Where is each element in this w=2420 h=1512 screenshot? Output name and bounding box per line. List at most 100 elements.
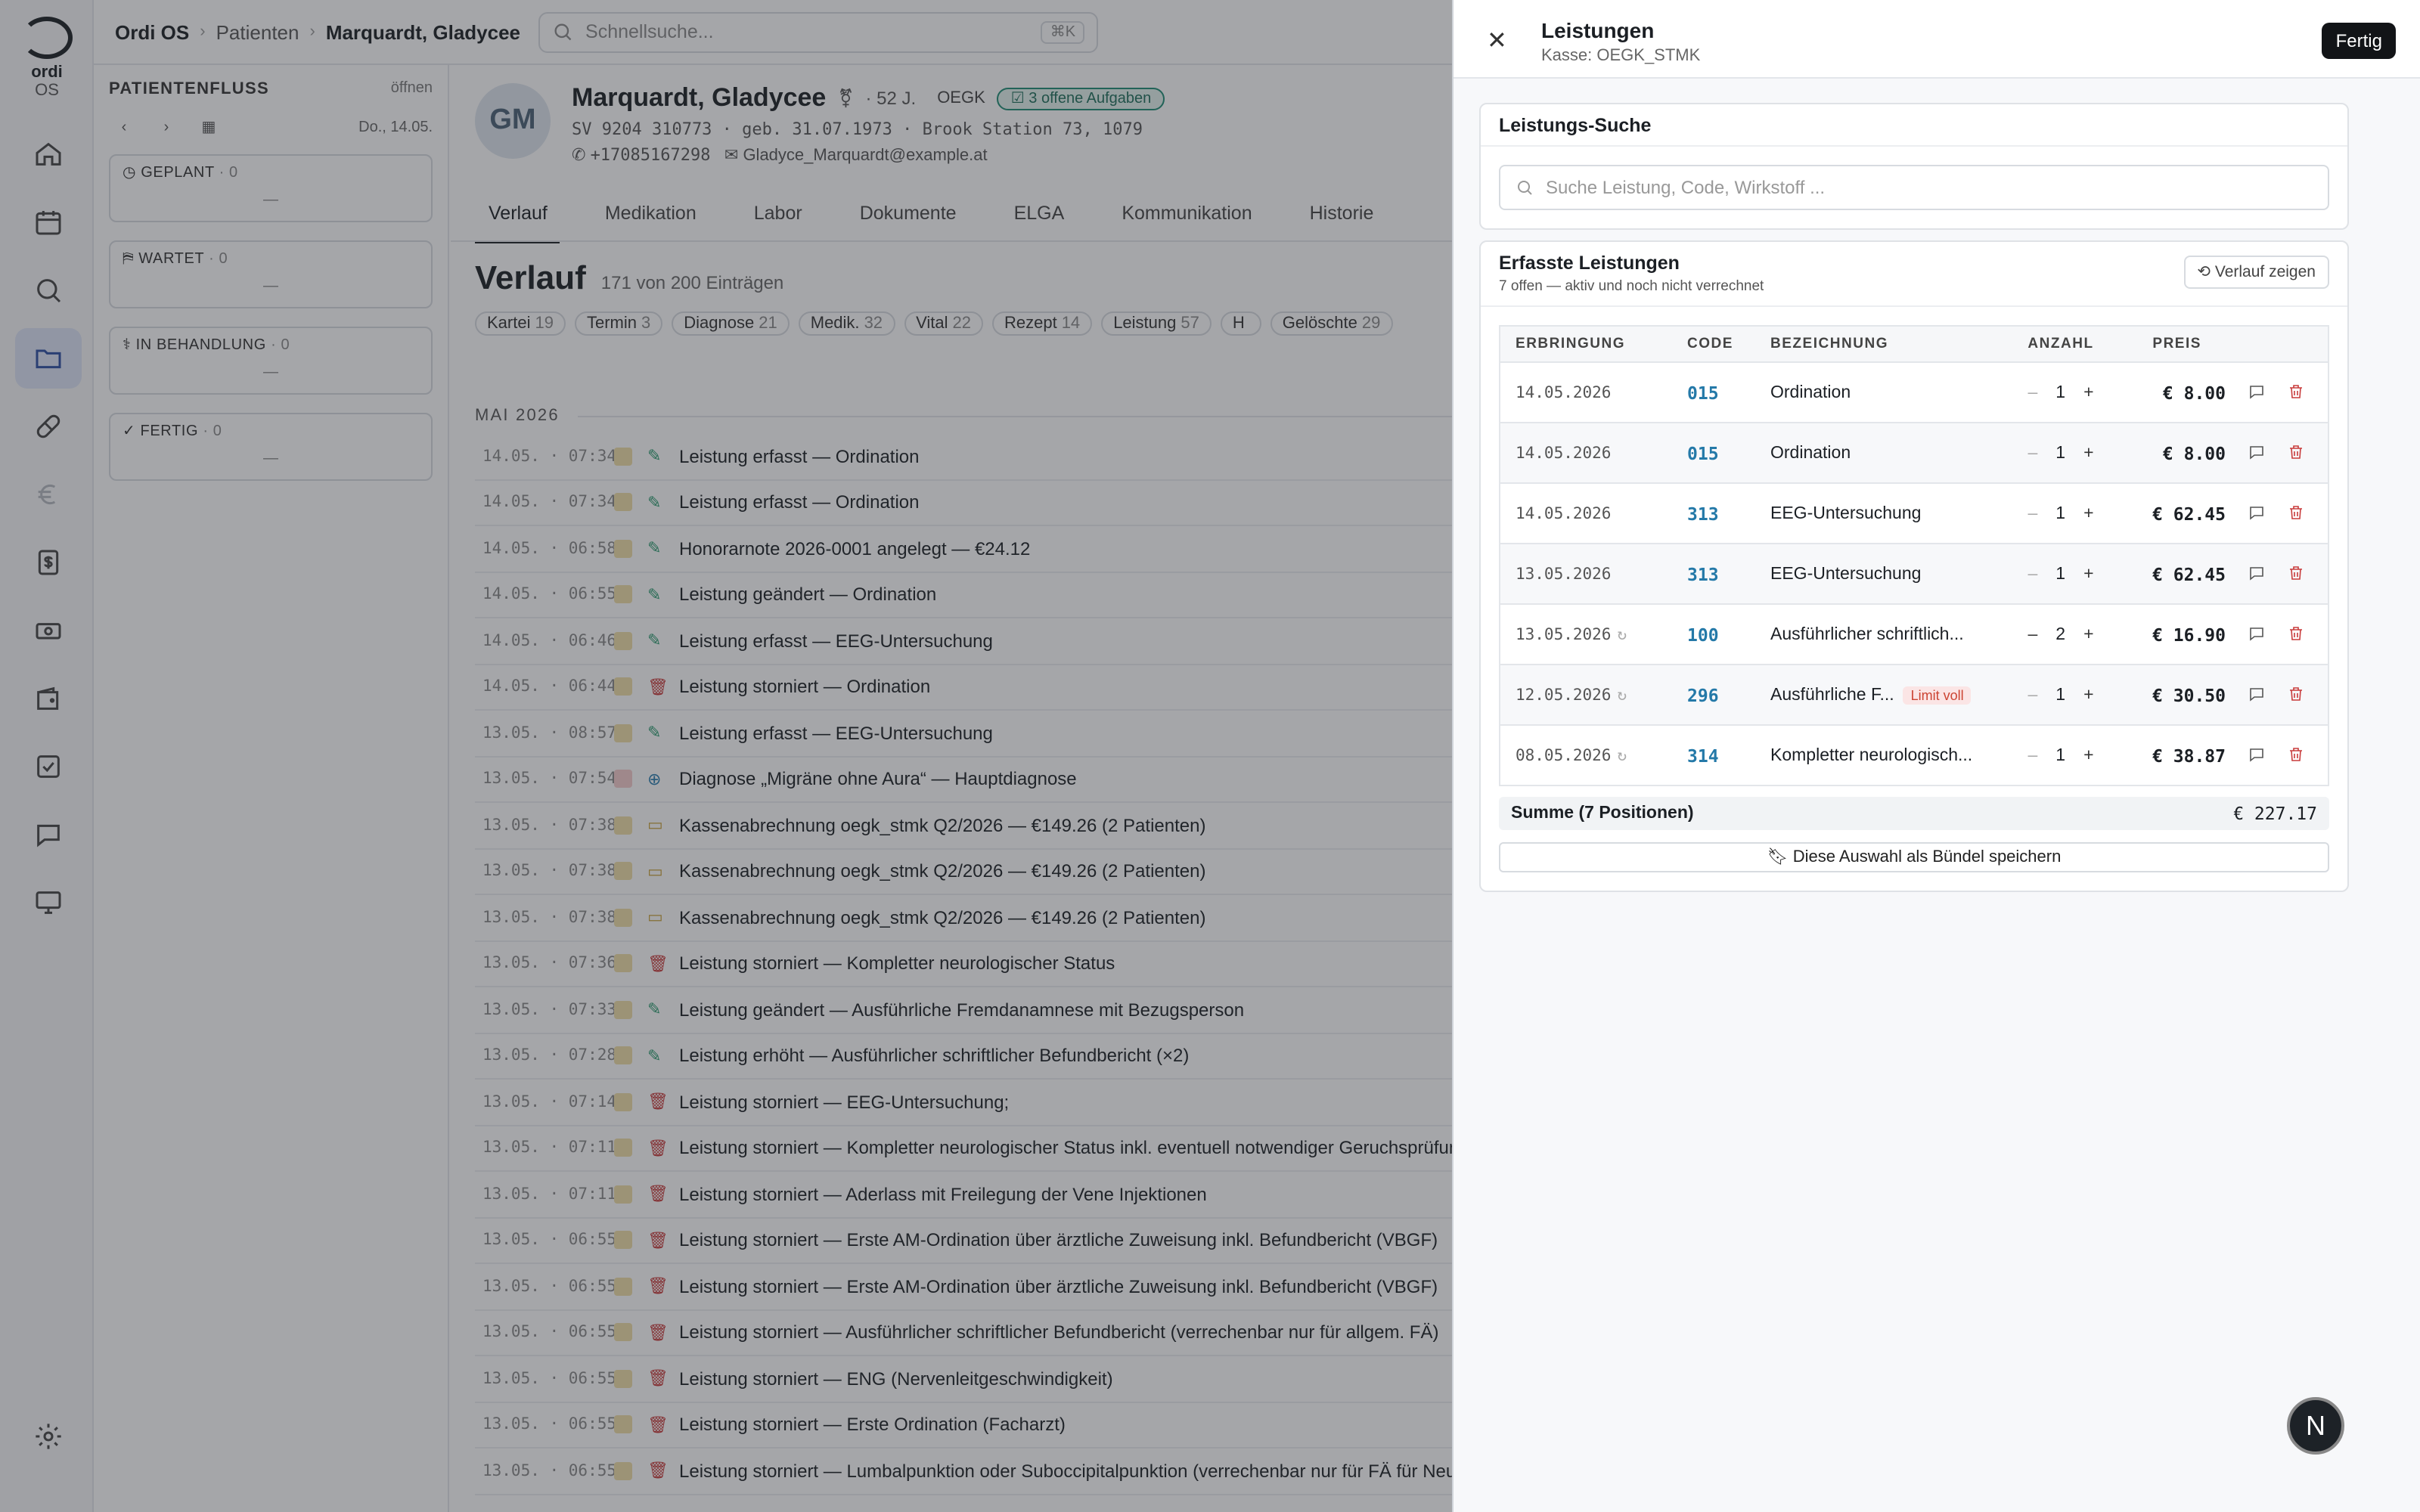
service-name: Ordination — [1770, 444, 1851, 462]
decrement-button[interactable]: – — [2028, 383, 2037, 401]
close-icon[interactable]: ✕ — [1487, 26, 1507, 56]
service-qty: 1 — [2055, 746, 2066, 764]
delete-icon[interactable] — [2286, 504, 2325, 522]
service-price: € 30.50 — [2111, 665, 2241, 726]
table-row[interactable]: 14.05.2026 015 Ordination –1 + € 8.00 — [1500, 423, 2328, 484]
service-name: Kompletter neurologisch... — [1770, 746, 1973, 764]
service-qty: 1 — [2055, 686, 2066, 704]
service-price: € 38.87 — [2111, 725, 2241, 786]
comment-icon[interactable] — [2247, 746, 2286, 764]
increment-button[interactable]: + — [2083, 383, 2093, 401]
assistant-fab[interactable]: N — [2287, 1397, 2344, 1455]
comment-icon[interactable] — [2247, 565, 2286, 583]
col-bezeichnung: BEZEICHNUNG — [1755, 326, 2011, 363]
delete-icon[interactable] — [2286, 625, 2325, 643]
decrement-button[interactable]: – — [2028, 504, 2037, 522]
decrement-button[interactable]: – — [2028, 686, 2037, 704]
table-row[interactable]: 08.05.2026 ↻ 314 Kompletter neurologisch...… — [1500, 725, 2328, 786]
table-row[interactable]: 13.05.2026 313 EEG-Untersuchung –1 + € 62.45 — [1500, 544, 2328, 605]
service-search-placeholder: Suche Leistung, Code, Wirkstoff ... — [1546, 177, 1826, 198]
table-row[interactable]: 14.05.2026 015 Ordination –1 + € 8.00 — [1500, 362, 2328, 423]
increment-button[interactable]: + — [2083, 746, 2093, 764]
delete-icon[interactable] — [2286, 444, 2325, 462]
modal-backdrop[interactable] — [0, 0, 1452, 1512]
service-search-title: Leistungs-Suche — [1481, 104, 2347, 147]
decrement-button[interactable]: – — [2028, 625, 2037, 643]
delete-icon[interactable] — [2286, 383, 2325, 401]
increment-button[interactable]: + — [2083, 565, 2093, 583]
service-date: 08.05.2026 — [1516, 746, 1612, 764]
service-name: Ausführlicher schriftlich... — [1770, 625, 1964, 643]
leistungen-panel: ✕ Leistungen Kasse: OEGK_STMK Fertig Lei… — [1452, 0, 2420, 1512]
app-root: ordi OS Ordi OS › Patienten › Marquardt,… — [0, 0, 2420, 1512]
save-bundle-label: Diese Auswahl als Bündel speichern — [1792, 848, 2062, 866]
service-search-input[interactable]: Suche Leistung, Code, Wirkstoff ... — [1499, 165, 2329, 210]
service-name: EEG-Untersuchung — [1770, 565, 1922, 583]
increment-button[interactable]: + — [2083, 625, 2093, 643]
service-date: 13.05.2026 — [1516, 625, 1612, 643]
comment-icon[interactable] — [2247, 625, 2286, 643]
sum-label: Summe (7 Positionen) — [1511, 804, 1694, 823]
col-preis: PREIS — [2111, 326, 2241, 363]
service-code[interactable]: 313 — [1672, 544, 1755, 605]
sum-value: € 227.17 — [2233, 803, 2317, 824]
service-search-card: Leistungs-Suche Suche Leistung, Code, Wi… — [1479, 103, 2349, 230]
service-name: EEG-Untersuchung — [1770, 504, 1922, 522]
search-icon — [1518, 181, 1532, 195]
service-date: 14.05.2026 — [1516, 504, 1612, 522]
show-history-label: Verlauf zeigen — [2214, 263, 2316, 281]
table-row[interactable]: 14.05.2026 313 EEG-Untersuchung –1 + € 62.45 — [1500, 483, 2328, 544]
repeat-icon: ↻ — [1617, 746, 1627, 764]
col-erbringung: ERBRINGUNG — [1500, 326, 1672, 363]
col-code: CODE — [1672, 326, 1755, 363]
col-anzahl: ANZAHL — [2011, 326, 2111, 363]
recorded-services-title: Erfasste Leistungen — [1499, 253, 1680, 274]
delete-icon[interactable] — [2286, 565, 2325, 583]
service-qty: 2 — [2055, 625, 2066, 643]
panel-subtitle: Kasse: OEGK_STMK — [1541, 47, 1701, 65]
comment-icon[interactable] — [2247, 504, 2286, 522]
table-row[interactable]: 13.05.2026 ↻ 100 Ausführlicher schriftlich.… — [1500, 604, 2328, 665]
sum-row: Summe (7 Positionen) € 227.17 — [1499, 797, 2329, 830]
done-button[interactable]: Fertig — [2322, 23, 2396, 59]
services-table: ERBRINGUNG CODE BEZEICHNUNG ANZAHL PREIS… — [1499, 325, 2329, 786]
recorded-services-card: Erfasste Leistungen 7 offen — aktiv und … — [1479, 240, 2349, 892]
service-price: € 8.00 — [2111, 362, 2241, 423]
table-row[interactable]: 12.05.2026 ↻ 296 Ausführliche F... Limit vol… — [1500, 665, 2328, 726]
decrement-button[interactable]: – — [2028, 444, 2037, 462]
delete-icon[interactable] — [2286, 686, 2325, 704]
recorded-services-subtitle: 7 offen — aktiv und noch nicht verrechne… — [1499, 278, 1764, 295]
increment-button[interactable]: + — [2083, 444, 2093, 462]
repeat-icon: ↻ — [1617, 686, 1627, 704]
panel-title: Leistungen — [1541, 18, 1655, 42]
service-qty: 1 — [2055, 504, 2066, 522]
service-price: € 8.00 — [2111, 423, 2241, 484]
comment-icon[interactable] — [2247, 383, 2286, 401]
service-code[interactable]: 296 — [1672, 665, 1755, 726]
service-price: € 16.90 — [2111, 604, 2241, 665]
service-code[interactable]: 015 — [1672, 362, 1755, 423]
delete-icon[interactable] — [2286, 746, 2325, 764]
service-date: 14.05.2026 — [1516, 383, 1612, 401]
increment-button[interactable]: + — [2083, 686, 2093, 704]
service-price: € 62.45 — [2111, 544, 2241, 605]
service-code[interactable]: 313 — [1672, 483, 1755, 544]
service-name: Ausführliche F... — [1770, 686, 1894, 704]
service-name: Ordination — [1770, 383, 1851, 401]
service-code[interactable]: 015 — [1672, 423, 1755, 484]
service-date: 14.05.2026 — [1516, 444, 1612, 462]
col-actions — [2241, 326, 2328, 363]
decrement-button[interactable]: – — [2028, 565, 2037, 583]
bookmark-icon: 🔖︎ — [1767, 848, 1789, 866]
increment-button[interactable]: + — [2083, 504, 2093, 522]
comment-icon[interactable] — [2247, 686, 2286, 704]
decrement-button[interactable]: – — [2028, 746, 2037, 764]
comment-icon[interactable] — [2247, 444, 2286, 462]
service-code[interactable]: 100 — [1672, 604, 1755, 665]
service-code[interactable]: 314 — [1672, 725, 1755, 786]
repeat-icon: ↻ — [1617, 625, 1627, 643]
panel-header: ✕ Leistungen Kasse: OEGK_STMK Fertig — [1454, 0, 2420, 79]
save-bundle-button[interactable]: 🔖︎ Diese Auswahl als Bündel speichern — [1499, 842, 2329, 872]
show-history-button[interactable]: ⟲ Verlauf zeigen — [2183, 256, 2329, 289]
service-qty: 1 — [2055, 383, 2066, 401]
